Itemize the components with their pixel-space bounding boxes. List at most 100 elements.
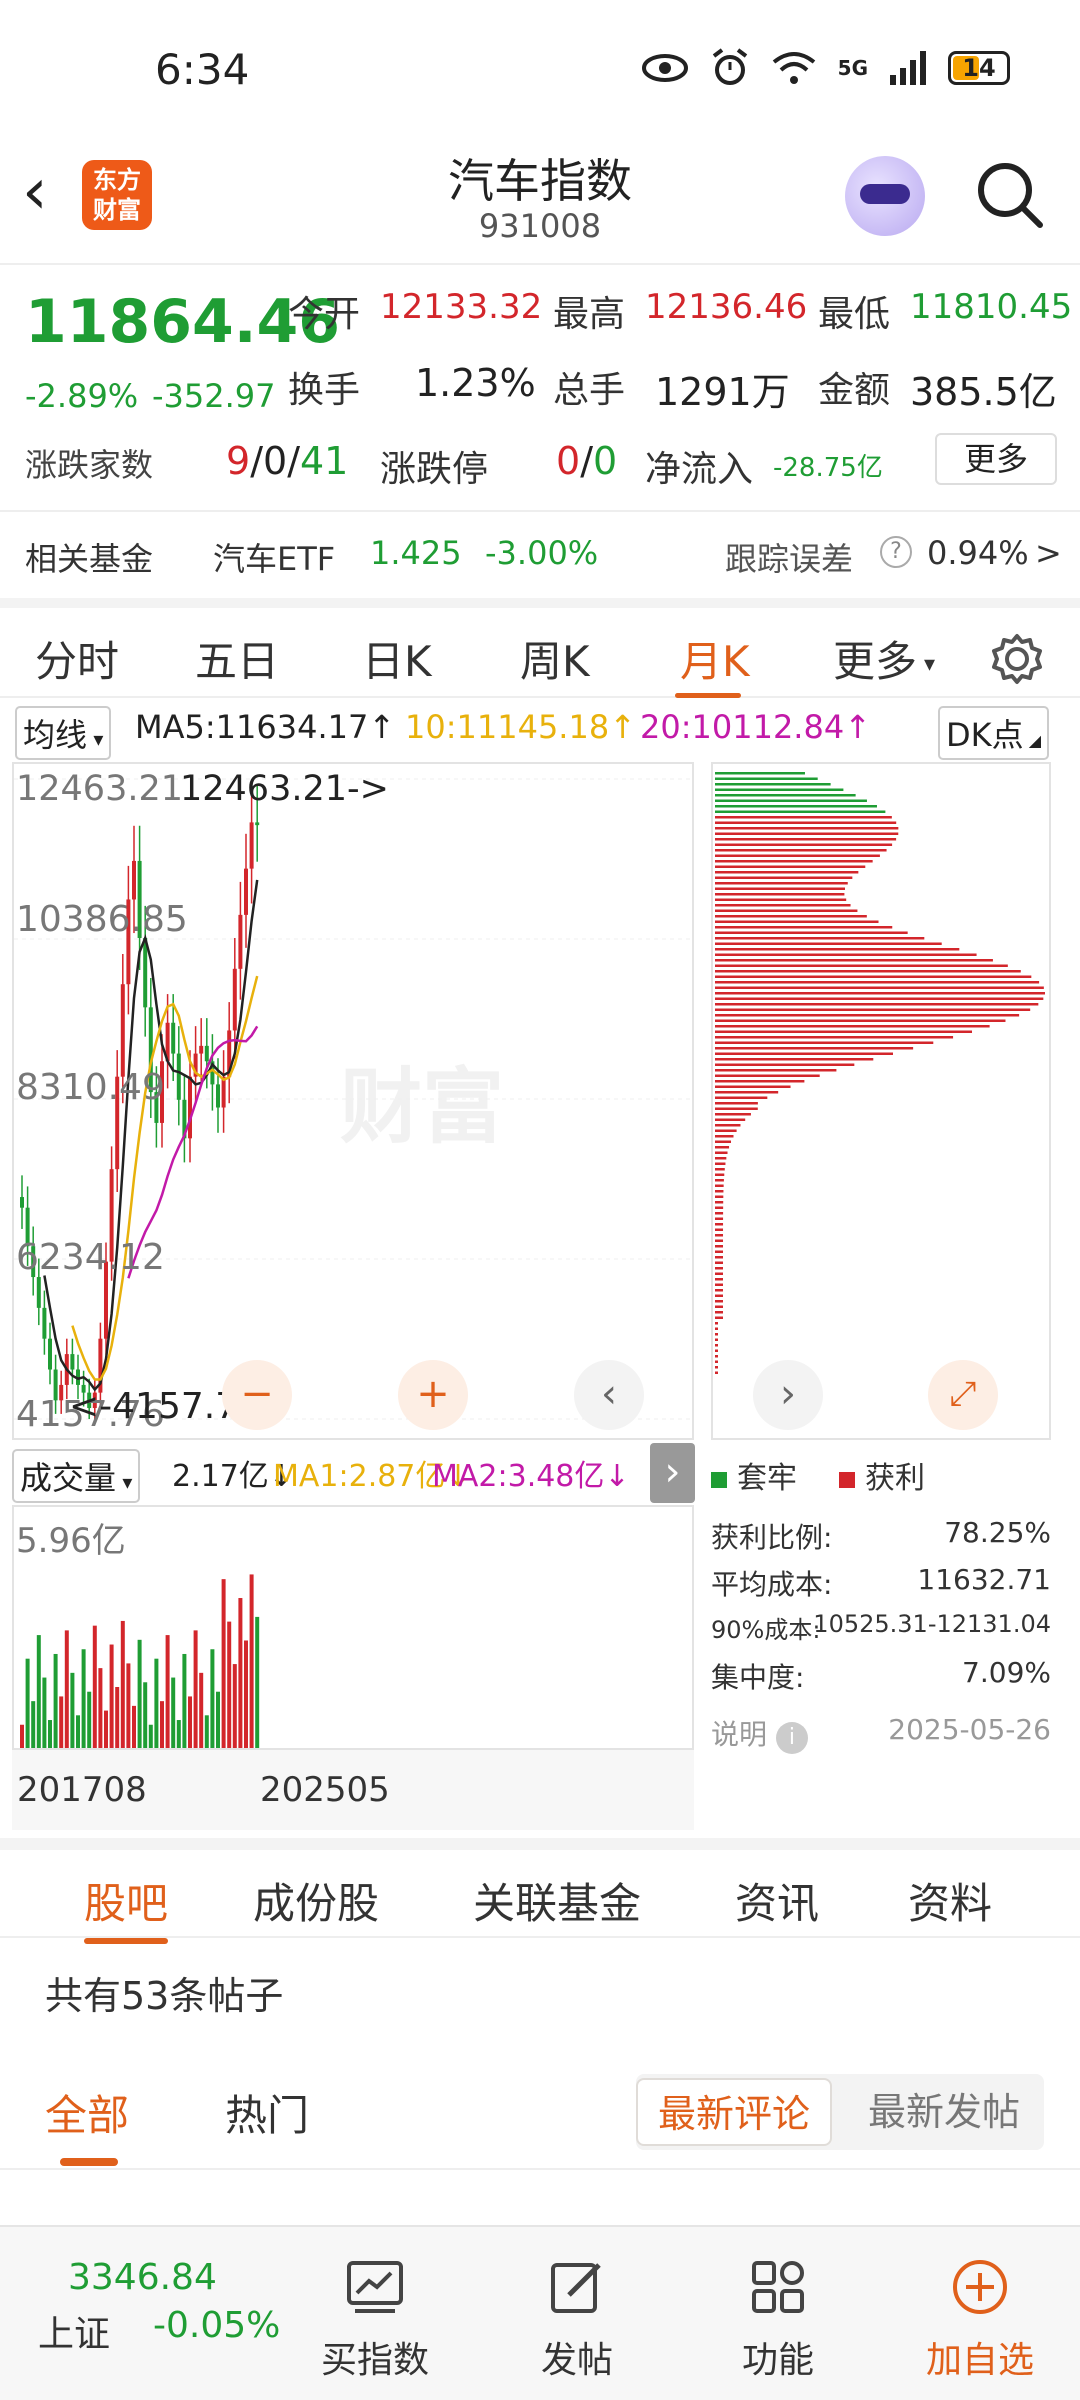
volume-bar: [160, 1701, 164, 1748]
tab-all[interactable]: 全部: [45, 2082, 129, 2143]
fund-name[interactable]: 汽车ETF: [213, 534, 335, 580]
chip-bar: [715, 1239, 724, 1242]
chip-bar: [715, 986, 1044, 989]
help-icon[interactable]: ?: [880, 536, 912, 568]
chip-bar: [715, 893, 845, 896]
related-fund-row[interactable]: 相关基金 汽车ETF 1.425 -3.00% 跟踪误差 ? 0.94% >: [0, 510, 1080, 595]
chip-bar: [715, 959, 993, 962]
assistant-avatar-icon[interactable]: [845, 156, 925, 236]
chip-bar: [715, 1135, 734, 1138]
chip-bar: [715, 810, 886, 813]
chip-bar: [715, 1047, 914, 1050]
tab-weekly-k[interactable]: 周K: [520, 628, 590, 689]
clock: 6:34: [155, 45, 250, 94]
amount-value: 385.5亿: [910, 370, 1057, 414]
volume-bar: [87, 1691, 92, 1748]
add-circle-icon: [953, 2260, 1007, 2314]
chip-bar: [715, 772, 805, 775]
volume-bar: [182, 1653, 187, 1748]
volume-bar: [120, 1620, 125, 1748]
candle: [176, 1053, 181, 1100]
turnover-value: 1.23%: [415, 361, 536, 405]
chip-bar: [715, 1085, 791, 1088]
legend-profit: 获利: [839, 1453, 925, 1497]
tracking-error-value: 0.94%: [927, 534, 1029, 572]
tab-news[interactable]: 资讯: [735, 1870, 819, 1931]
kline-chart[interactable]: 12463.21 12463.21-> 10386.85 8310.49 623…: [12, 762, 694, 1440]
candle: [188, 1076, 192, 1139]
tab-daily-k[interactable]: 日K: [362, 628, 432, 689]
volume-select[interactable]: 成交量 ▾: [12, 1449, 141, 1503]
scroll-left-button[interactable]: ‹: [574, 1360, 644, 1430]
note-row[interactable]: 说明 i 2025-05-26: [711, 1713, 1051, 1754]
expand-panel-arrow-icon[interactable]: ›: [650, 1443, 695, 1503]
active-content-tab-indicator: [84, 1938, 168, 1944]
tab-related-funds[interactable]: 关联基金: [473, 1870, 641, 1931]
limit-counts: 0/0: [556, 439, 618, 483]
updown-label: 涨跌家数: [25, 446, 154, 484]
fund-change: -3.00%: [485, 534, 599, 572]
chip-bar: [715, 876, 853, 879]
tab-five-day[interactable]: 五日: [195, 628, 279, 689]
dk-point-button[interactable]: DK点 ◢: [938, 706, 1050, 760]
volume-bar: [143, 1682, 148, 1748]
chip-bar: [715, 777, 818, 780]
sh-index-change: -0.05%: [153, 2305, 281, 2346]
volume-bar: [176, 1720, 181, 1748]
tab-guba[interactable]: 股吧: [84, 1870, 168, 1931]
sort-latest-post[interactable]: 最新发帖: [848, 2078, 1040, 2146]
volume-bar: [20, 1724, 24, 1748]
nav-buy-index[interactable]: 买指数: [310, 2257, 440, 2383]
tab-intraday[interactable]: 分时: [35, 628, 119, 689]
chevron-right-icon[interactable]: >: [1035, 534, 1062, 572]
candle: [255, 822, 260, 826]
volume-bar: [48, 1720, 52, 1748]
volume-bar: [92, 1625, 97, 1748]
tab-hot[interactable]: 热门: [225, 2082, 309, 2143]
updown-counts: 9/0/41: [226, 439, 349, 483]
chip-bar: [715, 838, 897, 841]
chip-bar: [715, 1107, 758, 1110]
open-value: 12133.32: [380, 287, 543, 327]
avg-cost-row: 平均成本: 11632.71: [711, 1563, 1051, 1601]
chip-bar: [715, 975, 1032, 978]
tab-monthly-k[interactable]: 月K: [680, 628, 750, 689]
gear-icon[interactable]: [990, 632, 1044, 686]
scroll-right-button[interactable]: ›: [753, 1360, 823, 1430]
more-button[interactable]: 更多: [935, 433, 1057, 485]
candle: [70, 1354, 75, 1370]
search-icon[interactable]: [975, 160, 1045, 230]
volume-bar: [132, 1705, 136, 1748]
low-value: 11810.45: [910, 287, 1073, 327]
chip-bar: [715, 1245, 724, 1248]
sort-latest-comment[interactable]: 最新评论: [636, 2078, 833, 2146]
chip-bar: [715, 832, 899, 835]
volume-bar: [154, 1658, 159, 1748]
volume-bar: [238, 1598, 243, 1748]
network-label: 5G: [837, 56, 868, 80]
chip-bar: [715, 1316, 723, 1319]
volume-bar: [126, 1663, 131, 1748]
tab-more[interactable]: 更多 ▾: [833, 628, 935, 689]
chip-bar: [715, 1250, 724, 1253]
expand-icon[interactable]: ⤢: [928, 1360, 998, 1430]
zoom-out-button[interactable]: −: [222, 1360, 292, 1430]
y-label-4: 6234.12: [16, 1237, 165, 1278]
nav-functions[interactable]: 功能: [713, 2257, 843, 2383]
candle: [249, 822, 254, 869]
tab-constituents[interactable]: 成份股: [253, 1870, 379, 1931]
tab-profile[interactable]: 资料: [908, 1870, 992, 1931]
volume-chart[interactable]: 5.96亿: [12, 1505, 694, 1750]
indicator-select[interactable]: 均线 ▾: [15, 706, 112, 760]
y-label-2: 10386.85: [16, 899, 188, 940]
volume-bar: [255, 1616, 260, 1748]
zoom-in-button[interactable]: +: [398, 1360, 468, 1430]
volume-bar: [76, 1715, 80, 1748]
chip-bar: [715, 816, 892, 819]
nav-add-watchlist[interactable]: 加自选: [915, 2257, 1045, 2383]
edit-icon: [551, 2263, 601, 2313]
nav-post[interactable]: 发帖: [512, 2257, 642, 2383]
chip-bar: [715, 1069, 837, 1072]
ma10-value: 10:11145.18↑: [405, 708, 636, 746]
related-fund-label: 相关基金: [25, 540, 154, 578]
